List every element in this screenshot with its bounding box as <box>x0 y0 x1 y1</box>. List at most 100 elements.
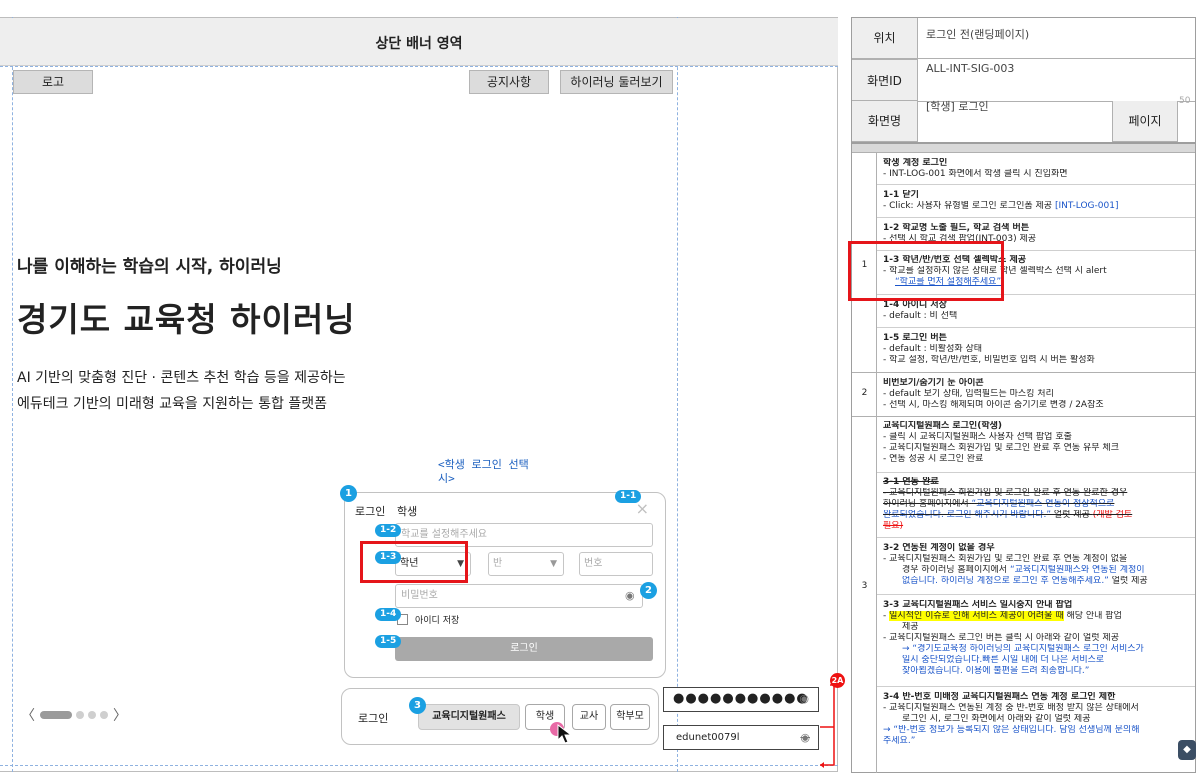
page-label: 페이지 <box>1112 101 1178 142</box>
row-number: 3 <box>861 581 868 591</box>
spec-item-line: 제공 <box>902 622 919 632</box>
hero-description: AI 기반의 맞춤형 진단 · 콘텐츠 추천 학습 등을 제공하는 에듀테크 기… <box>17 365 346 417</box>
screen-id-value: ALL-INT-SIG-003 <box>926 62 1015 75</box>
spec-item-line: 주세요.” <box>883 736 916 746</box>
number-select[interactable]: 번호 <box>579 552 653 576</box>
location-label: 위치 <box>852 18 918 59</box>
spec-item-line: - INT-LOG-001 화면에서 학생 클릭 시 진입화면 <box>883 169 1068 179</box>
spec-item-1-4: 1-4 아이디 저장 - default : 비 선택 <box>883 300 1193 322</box>
spec-item-line: - default : 비 선택 <box>883 311 958 321</box>
spec-highlight: 일시적인 이슈로 인해 서비스 제공이 어려울 때 <box>889 611 1064 621</box>
spec-item-title: 3-3 교육디지털원패스 서비스 일시중지 안내 팝업 <box>883 600 1073 610</box>
badge-1-4: 1-4 <box>375 608 402 621</box>
spec-alert-text: “교육디지털원패스와 연동된 계정이 <box>1009 565 1145 575</box>
tour-button[interactable]: 하이러닝 둘러보기 <box>560 70 673 94</box>
screen-id-label: 화면ID <box>852 59 918 101</box>
number-select-value: 번호 <box>584 558 603 569</box>
spec-item-line: - default : 비활성화 상태 <box>883 344 983 354</box>
spec-alert-text: “교육디지털원패스 연동이 정상적으로 <box>971 499 1115 509</box>
spec-item-line: 없습니다. 하이러닝 계정으로 로그인 후 연동해주세요.” 얼럿 제공 <box>883 576 1193 587</box>
spec-text: - Click: 사용자 유형별 로그인 로그인폼 제공 <box>883 201 1055 211</box>
spec-item-title: 1-2 학교명 노출 필드, 학교 검색 버튼 <box>883 223 1030 233</box>
spec-description-table: 1 2 3 학생 계정 로그인 - INT-LOG-001 화면에서 학생 클릭… <box>851 143 1196 773</box>
spec-item-3-3: 3-3 교육디지털원패스 서비스 일시중지 안내 팝업 - 일시적인 이슈로 인… <box>883 600 1193 677</box>
tab-student[interactable]: 학생 <box>397 503 417 519</box>
guide-line-top <box>0 66 838 67</box>
caption-line: <학생 로그인 선택 <box>438 458 529 471</box>
spec-text: 얼럿 제공 <box>1051 510 1093 520</box>
password-masked-demo: ●●●●●●●●●●● ◉ <box>663 687 819 712</box>
edu-digital-onepass-button[interactable]: 교육디지털원패스 <box>418 704 520 730</box>
row-divider <box>877 537 1195 538</box>
spec-alert-text: 완료되었습니다. 로그인 해주시기 바랍니다.” <box>883 510 1052 520</box>
location-value: 로그인 전(랜딩페이지) <box>926 28 1030 41</box>
highlight-spec-1-3 <box>848 241 1004 301</box>
badge-1-5: 1-5 <box>375 635 402 648</box>
guide-line-right <box>677 17 678 772</box>
badge-1-1: 1-1 <box>615 490 642 503</box>
spec-item-title: 학생 계정 로그인 <box>883 158 948 168</box>
spec-note: (개발 검토 <box>1092 510 1133 520</box>
password-field[interactable]: 비밀번호 <box>395 584 643 608</box>
eye-icon[interactable]: ◉ <box>625 589 635 602</box>
row-divider <box>877 184 1195 185</box>
login-type-strip: 로그인 교육디지털원패스 학생 교사 학부모 <box>341 688 659 745</box>
spec-item-line: - default 보기 상태, 입력필드는 마스킹 처리 <box>883 389 1054 399</box>
row-divider <box>877 327 1195 328</box>
badge-2a: 2A <box>830 673 845 688</box>
tab-login[interactable]: 로그인 <box>355 503 385 519</box>
class-select-value: 반 <box>493 558 503 569</box>
chevron-right-icon[interactable]: 〉 <box>112 705 128 725</box>
hero-title: 경기도 교육청 하이러닝 <box>17 300 356 339</box>
class-select[interactable]: 반 ▼ <box>488 552 564 576</box>
spec-item-title: 3-1 연동 완료 <box>883 477 939 487</box>
spec-item-line: - 일시적인 이슈로 인해 서비스 제공이 어려울 때 해당 안내 팝업 <box>883 611 1193 622</box>
spec-item-line: 필요) <box>883 521 904 531</box>
screen-name-value: [학생] 로그인 <box>926 100 989 113</box>
spec-item-1: 학생 계정 로그인 - INT-LOG-001 화면에서 학생 클릭 시 진입화… <box>883 158 1193 180</box>
spec-alert-text: 없습니다. 하이러닝 계정으로 로그인 후 연동해주세요.” <box>902 576 1109 586</box>
carousel-active-dot[interactable] <box>40 711 72 719</box>
spec-text: 경우 하이러닝 홈페이지에서 <box>902 565 1010 575</box>
hero-description-line: AI 기반의 맞춤형 진단 · 콘텐츠 추천 학습 등을 제공하는 <box>17 370 346 386</box>
spec-item-line: → “경기도교육청 하이러닝의 교육디지털원패스 로그인 서비스가 <box>902 644 1144 654</box>
login-button[interactable]: 로그인 <box>395 637 653 661</box>
spec-item-line: - Click: 사용자 유형별 로그인 로그인폼 제공 [INT-LOG-00… <box>883 201 1193 212</box>
chevron-left-icon[interactable]: 〈 <box>20 705 36 725</box>
login-strip-label: 로그인 <box>358 712 389 725</box>
spec-item-line: 찾아뵙겠습니다. 이용에 불편을 드려 죄송합니다.” <box>902 666 1090 676</box>
shield-icon[interactable]: ◆ <box>1178 740 1196 760</box>
spec-item-line: - 클릭 시 교육디지털원패스 사용자 선택 팝업 호출 <box>883 432 1072 442</box>
spec-item-line: 일시 중단되었습니다.빠른 시일 내에 더 나은 서비스로 <box>902 655 1105 665</box>
guide-line-bottom <box>0 765 838 766</box>
spec-item-3-4: 3-4 반-번호 미배정 교육디지털원패스 연동 계정 로그인 제한 - 교육디… <box>883 692 1193 747</box>
spec-text: 얼럿 제공 <box>1108 576 1148 586</box>
carousel-dot[interactable] <box>88 711 96 719</box>
notice-button[interactable]: 공지사항 <box>469 70 549 94</box>
carousel-dot[interactable] <box>100 711 108 719</box>
parent-button[interactable]: 학부모 <box>610 704 650 730</box>
spec-item-title: 1-4 아이디 저장 <box>883 300 947 310</box>
spec-item-line: 하이러닝 홈페이지에서 “교육디지털원패스 연동이 정상적으로 <box>883 499 1193 510</box>
row-divider <box>877 217 1195 218</box>
password-masked-value: ●●●●●●●●●●● <box>673 691 809 706</box>
spec-item-line: → “반-번호 정보가 등록되지 않은 상태입니다. 담임 선생님께 문의해 <box>883 725 1140 735</box>
carousel-dot[interactable] <box>76 711 84 719</box>
spec-item-title: 3-2 연동된 계정이 없을 경우 <box>883 543 995 553</box>
spec-item-line: 경우 하이러닝 홈페이지에서 “교육디지털원패스와 연동된 계정이 <box>883 565 1193 576</box>
spec-item-line: - 교육디지털원패스 회원가입 및 로그인 완료 후 연동 완료한 경우 <box>883 488 1128 498</box>
spec-item-line: - 교육디지털원패스 회원가입 및 로그인 완료 후 연동 유무 체크 <box>883 443 1119 453</box>
top-banner-area: 상단 배너 영역 <box>0 18 838 66</box>
teacher-button[interactable]: 교사 <box>572 704 606 730</box>
spec-item-1-5: 1-5 로그인 버튼 - default : 비활성화 상태 - 학교 설정, … <box>883 333 1193 366</box>
header-divider <box>852 58 1195 59</box>
logo-button[interactable]: 로고 <box>13 70 93 94</box>
spec-item-line: 로그인 시, 로그인 화면에서 아래와 같이 얼럿 제공 <box>902 714 1091 724</box>
spec-item-title: 3-4 반-번호 미배정 교육디지털원패스 연동 계정 로그인 제한 <box>883 692 1116 702</box>
badge-2: 2 <box>640 582 657 599</box>
spec-header: 위치 로그인 전(랜딩페이지) 화면ID ALL-INT-SIG-003 화면명… <box>851 17 1196 143</box>
spec-item-line: - 학교 설정, 학년/반/번호, 비밀번호 입력 시 버튼 활성화 <box>883 355 1095 365</box>
spec-text: 해당 안내 팝업 <box>1063 611 1122 621</box>
caret-down-icon: ▼ <box>550 559 557 569</box>
caption-line: 시> <box>438 472 455 485</box>
